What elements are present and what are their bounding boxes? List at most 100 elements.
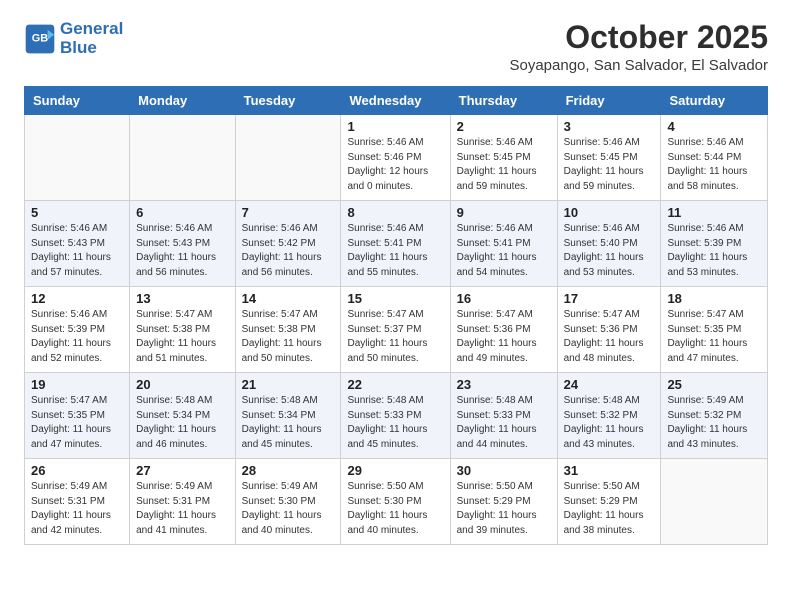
sunset-text: Sunset: 5:33 PM bbox=[457, 409, 551, 424]
daylight-text-line1: Daylight: 11 hours bbox=[347, 509, 443, 524]
calendar-week-row: 1Sunrise: 5:46 AMSunset: 5:46 PMDaylight… bbox=[25, 115, 768, 201]
calendar-cell: 5 Sunrise: 5:46 AMSunset: 5:43 PMDaylight… bbox=[25, 201, 130, 287]
daylight-text-line1: Daylight: 11 hours bbox=[242, 423, 335, 438]
daylight-text-line2: and 56 minutes. bbox=[242, 266, 335, 281]
daylight-text-line1: Daylight: 12 hours bbox=[347, 165, 443, 180]
daylight-text-line1: Daylight: 11 hours bbox=[564, 165, 655, 180]
daylight-text-line2: and 55 minutes. bbox=[347, 266, 443, 281]
day-number: 7 bbox=[242, 205, 335, 220]
day-number: 15 bbox=[347, 291, 443, 306]
daylight-text-line2: and 39 minutes. bbox=[457, 524, 551, 539]
weekday-header-wednesday: Wednesday bbox=[341, 87, 450, 115]
day-number: 31 bbox=[564, 463, 655, 478]
daylight-text-line1: Daylight: 11 hours bbox=[457, 509, 551, 524]
sunset-text: Sunset: 5:46 PM bbox=[347, 151, 443, 166]
sunrise-text: Sunrise: 5:46 AM bbox=[564, 136, 655, 151]
day-info: Sunrise: 5:49 AMSunset: 5:31 PMDaylight:… bbox=[136, 480, 228, 538]
day-number: 10 bbox=[564, 205, 655, 220]
day-info: Sunrise: 5:48 AMSunset: 5:33 PMDaylight:… bbox=[347, 394, 443, 452]
day-number: 21 bbox=[242, 377, 335, 392]
daylight-text-line2: and 53 minutes. bbox=[667, 266, 761, 281]
calendar-cell: 28Sunrise: 5:49 AMSunset: 5:30 PMDayligh… bbox=[235, 459, 341, 545]
sunset-text: Sunset: 5:41 PM bbox=[347, 237, 443, 252]
calendar-cell: 4Sunrise: 5:46 AMSunset: 5:44 PMDaylight… bbox=[661, 115, 768, 201]
day-info: Sunrise: 5:46 AMSunset: 5:41 PMDaylight:… bbox=[347, 222, 443, 280]
sunrise-text: Sunrise: 5:47 AM bbox=[242, 308, 335, 323]
sunset-text: Sunset: 5:39 PM bbox=[667, 237, 761, 252]
page: GB General Blue October 2025 Soyapango, … bbox=[0, 0, 792, 565]
sunrise-text: Sunrise: 5:46 AM bbox=[564, 222, 655, 237]
calendar-week-row: 19Sunrise: 5:47 AMSunset: 5:35 PMDayligh… bbox=[25, 373, 768, 459]
day-info: Sunrise: 5:46 AMSunset: 5:43 PMDaylight:… bbox=[31, 222, 123, 280]
day-info: Sunrise: 5:47 AMSunset: 5:36 PMDaylight:… bbox=[457, 308, 551, 366]
daylight-text-line1: Daylight: 11 hours bbox=[136, 337, 228, 352]
day-info: Sunrise: 5:46 AMSunset: 5:43 PMDaylight:… bbox=[136, 222, 228, 280]
sunrise-text: Sunrise: 5:50 AM bbox=[564, 480, 655, 495]
day-number: 5 bbox=[31, 205, 123, 220]
day-number: 22 bbox=[347, 377, 443, 392]
daylight-text-line1: Daylight: 11 hours bbox=[347, 423, 443, 438]
sunrise-text: Sunrise: 5:46 AM bbox=[667, 136, 761, 151]
daylight-text-line1: Daylight: 11 hours bbox=[457, 165, 551, 180]
daylight-text-line1: Daylight: 11 hours bbox=[564, 423, 655, 438]
day-info: Sunrise: 5:50 AMSunset: 5:29 PMDaylight:… bbox=[457, 480, 551, 538]
sunrise-text: Sunrise: 5:46 AM bbox=[136, 222, 228, 237]
calendar-cell: 20 Sunrise: 5:48 AMSunset: 5:34 PMDayligh… bbox=[130, 373, 235, 459]
sunrise-text: Sunrise: 5:47 AM bbox=[457, 308, 551, 323]
day-info: Sunrise: 5:47 AMSunset: 5:36 PMDaylight:… bbox=[564, 308, 655, 366]
day-number: 26 bbox=[31, 463, 123, 478]
sunset-text: Sunset: 5:43 PM bbox=[136, 237, 228, 252]
day-info: Sunrise: 5:46 AMSunset: 5:46 PMDaylight:… bbox=[347, 136, 443, 194]
logo-line2: Blue bbox=[60, 39, 123, 58]
day-number: 20 bbox=[136, 377, 228, 392]
day-number: 3 bbox=[564, 119, 655, 134]
day-number: 14 bbox=[242, 291, 335, 306]
weekday-header-tuesday: Tuesday bbox=[235, 87, 341, 115]
daylight-text-line1: Daylight: 11 hours bbox=[136, 423, 228, 438]
sunrise-text: Sunrise: 5:48 AM bbox=[242, 394, 335, 409]
calendar-cell: 16Sunrise: 5:47 AMSunset: 5:36 PMDayligh… bbox=[450, 287, 557, 373]
sunset-text: Sunset: 5:34 PM bbox=[136, 409, 228, 424]
calendar-cell: 10Sunrise: 5:46 AMSunset: 5:40 PMDayligh… bbox=[557, 201, 661, 287]
sunrise-text: Sunrise: 5:48 AM bbox=[136, 394, 228, 409]
calendar-cell: 6Sunrise: 5:46 AMSunset: 5:43 PMDaylight… bbox=[130, 201, 235, 287]
daylight-text-line2: and 50 minutes. bbox=[242, 352, 335, 367]
month-title: October 2025 bbox=[509, 20, 768, 55]
svg-text:GB: GB bbox=[32, 32, 49, 44]
daylight-text-line2: and 41 minutes. bbox=[136, 524, 228, 539]
sunrise-text: Sunrise: 5:50 AM bbox=[347, 480, 443, 495]
calendar-cell: 13Sunrise: 5:47 AMSunset: 5:38 PMDayligh… bbox=[130, 287, 235, 373]
sunrise-text: Sunrise: 5:49 AM bbox=[31, 480, 123, 495]
day-info: Sunrise: 5:47 AMSunset: 5:37 PMDaylight:… bbox=[347, 308, 443, 366]
day-info: Sunrise: 5:46 AMSunset: 5:39 PMDaylight:… bbox=[667, 222, 761, 280]
day-number: 18 bbox=[667, 291, 761, 306]
day-number: 1 bbox=[347, 119, 443, 134]
logo-icon: GB bbox=[24, 23, 56, 55]
daylight-text-line1: Daylight: 11 hours bbox=[242, 251, 335, 266]
daylight-text-line1: Daylight: 11 hours bbox=[667, 337, 761, 352]
sunset-text: Sunset: 5:41 PM bbox=[457, 237, 551, 252]
daylight-text-line1: Daylight: 11 hours bbox=[31, 423, 123, 438]
calendar-cell: 19Sunrise: 5:47 AMSunset: 5:35 PMDayligh… bbox=[25, 373, 130, 459]
calendar-week-row: 5Sunrise: 5:46 AMSunset: 5:43 PMDaylight… bbox=[25, 201, 768, 287]
weekday-header-monday: Monday bbox=[130, 87, 235, 115]
daylight-text-line2: and 42 minutes. bbox=[31, 524, 123, 539]
day-info: Sunrise: 5:47 AMSunset: 5:38 PMDaylight:… bbox=[242, 308, 335, 366]
sunrise-text: Sunrise: 5:50 AM bbox=[457, 480, 551, 495]
logo-line1: General bbox=[60, 20, 123, 39]
day-number: 25 bbox=[667, 377, 761, 392]
sunrise-text: Sunrise: 5:48 AM bbox=[347, 394, 443, 409]
weekday-header-friday: Friday bbox=[557, 87, 661, 115]
sunrise-text: Sunrise: 5:46 AM bbox=[31, 308, 123, 323]
day-info: Sunrise: 5:46 AMSunset: 5:44 PMDaylight:… bbox=[667, 136, 761, 194]
day-info: Sunrise: 5:48 AMSunset: 5:33 PMDaylight:… bbox=[457, 394, 551, 452]
daylight-text-line1: Daylight: 11 hours bbox=[457, 337, 551, 352]
daylight-text-line1: Daylight: 11 hours bbox=[347, 251, 443, 266]
calendar-week-row: 12Sunrise: 5:46 AMSunset: 5:39 PMDayligh… bbox=[25, 287, 768, 373]
sunset-text: Sunset: 5:38 PM bbox=[242, 323, 335, 338]
daylight-text-line2: and 40 minutes. bbox=[347, 524, 443, 539]
day-info: Sunrise: 5:46 AMSunset: 5:39 PMDaylight:… bbox=[31, 308, 123, 366]
day-number: 24 bbox=[564, 377, 655, 392]
daylight-text-line2: and 47 minutes. bbox=[31, 438, 123, 453]
daylight-text-line1: Daylight: 11 hours bbox=[136, 251, 228, 266]
